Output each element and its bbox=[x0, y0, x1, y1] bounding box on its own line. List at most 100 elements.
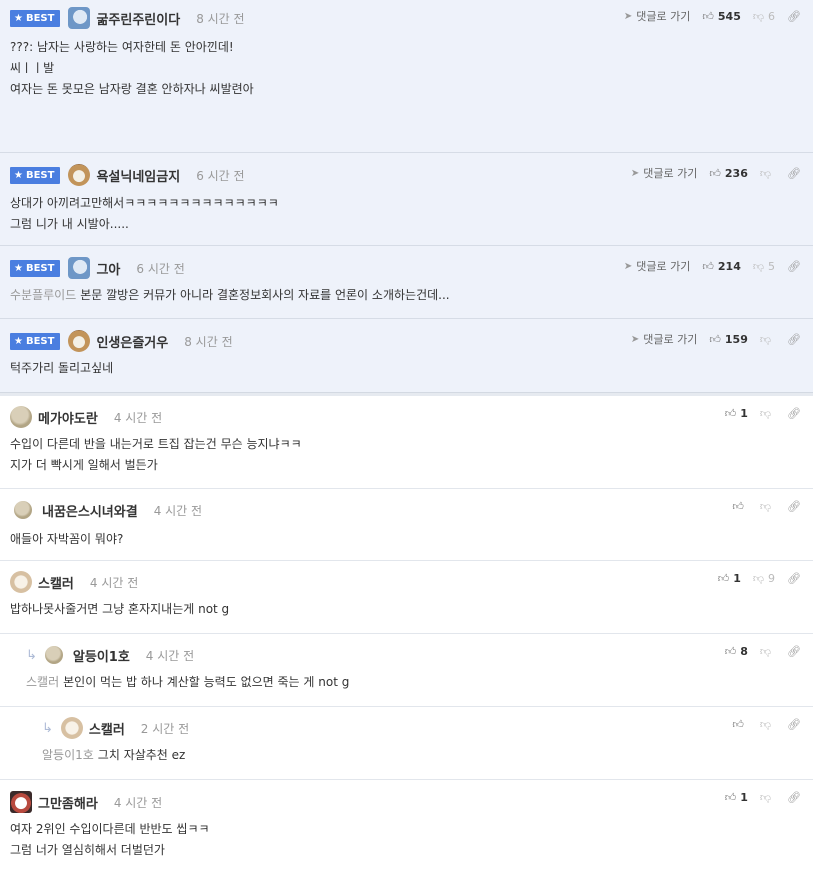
best-label: BEST bbox=[25, 169, 55, 181]
goto-reply-link[interactable]: ➤ 댓글로 가기 bbox=[624, 258, 691, 274]
thumbs-up-icon: 👍︎ bbox=[717, 572, 730, 585]
link-icon: 🔗︎ bbox=[787, 500, 801, 513]
goto-reply-link[interactable]: ➤ 댓글로 가기 bbox=[624, 8, 691, 24]
permalink-button[interactable]: 🔗︎ bbox=[787, 10, 801, 23]
thumbs-up-icon: 👍︎ bbox=[709, 332, 721, 346]
comment-actions: 👍︎ 1 👎︎ 🔗︎ bbox=[713, 407, 801, 420]
timestamp: 4 시간 전 bbox=[153, 503, 203, 518]
avatar[interactable] bbox=[60, 717, 83, 739]
goto-reply-label: 댓글로 가기 bbox=[636, 10, 691, 23]
goto-reply-label: 댓글로 가기 bbox=[643, 333, 698, 346]
permalink-button[interactable]: 🔗︎ bbox=[787, 500, 801, 513]
comment-text: 본인이 먹는 밥 하나 계산할 능력도 없으면 죽는 게 not g bbox=[63, 675, 350, 689]
thumbs-up-icon: 👍︎ bbox=[724, 791, 737, 804]
comment-line: 여자는 돈 못모은 남자랑 결혼 안하자나 씨발련아 bbox=[10, 82, 254, 96]
permalink-button[interactable]: 🔗︎ bbox=[787, 167, 801, 180]
nickname[interactable]: 욕설닉네임금지 bbox=[96, 166, 180, 185]
best-comment: ★ BEST 욕설닉네임금지 6 시간 전 ➤ 댓글로 가기 👍︎ 236 👎︎ 🔗︎… bbox=[0, 153, 813, 246]
avatar[interactable] bbox=[10, 791, 32, 813]
mention-tag[interactable]: 스캘러 bbox=[26, 675, 59, 689]
nickname[interactable]: 내꿈은스시녀와결 bbox=[42, 501, 138, 520]
comment-header: 메가야도란 4 시간 전 bbox=[10, 406, 801, 428]
comment-line: 여자 2위인 수입이다른데 반반도 씹ㅋㅋ bbox=[10, 822, 210, 836]
downvote-button[interactable]: 👎︎ bbox=[760, 407, 775, 420]
upvote-button[interactable]: 👍︎ 1 bbox=[725, 791, 748, 804]
upvote-count: 1 bbox=[733, 572, 741, 585]
downvote-button[interactable]: 👎︎ 6 bbox=[753, 10, 775, 23]
avatar[interactable] bbox=[44, 646, 63, 664]
upvote-button[interactable]: 👍︎ 214 bbox=[702, 260, 740, 273]
best-badge: ★ BEST bbox=[10, 259, 61, 277]
upvote-count: 1 bbox=[740, 791, 748, 804]
link-icon: 🔗︎ bbox=[787, 332, 801, 346]
mention-tag[interactable]: 수분플루이드 bbox=[10, 288, 76, 302]
downvote-button[interactable]: 👎︎ bbox=[760, 718, 775, 731]
permalink-button[interactable]: 🔗︎ bbox=[787, 260, 801, 273]
nickname[interactable]: 그만좀해라 bbox=[38, 793, 98, 812]
nickname[interactable]: 인생은즐거우 bbox=[96, 332, 168, 351]
downvote-button[interactable]: 👎︎ bbox=[760, 500, 775, 513]
avatar[interactable] bbox=[68, 257, 91, 279]
comment-actions: ➤ 댓글로 가기 👍︎ 214 👎︎ 5 🔗︎ bbox=[612, 258, 801, 274]
permalink-button[interactable]: 🔗︎ bbox=[787, 407, 801, 420]
permalink-button[interactable]: 🔗︎ bbox=[787, 572, 801, 585]
downvote-button[interactable]: 👎︎ bbox=[760, 791, 775, 804]
link-icon: 🔗︎ bbox=[787, 166, 801, 180]
thumbs-up-icon: 👍︎ bbox=[724, 407, 737, 420]
comment-line: 밥하나못사줄거면 그냥 혼자지내는게 not g bbox=[10, 602, 230, 616]
permalink-button[interactable]: 🔗︎ bbox=[787, 791, 801, 804]
avatar[interactable] bbox=[10, 406, 32, 428]
upvote-button[interactable]: 👍︎ 236 bbox=[709, 167, 747, 180]
upvote-button[interactable]: 👍︎ bbox=[732, 500, 748, 513]
thumbs-up-icon: 👍︎ bbox=[702, 9, 714, 23]
upvote-button[interactable]: 👍︎ 8 bbox=[725, 645, 748, 658]
upvote-button[interactable]: 👍︎ 1 bbox=[725, 407, 748, 420]
nickname[interactable]: 메가야도란 bbox=[38, 408, 98, 427]
comment-actions: 👍︎ 👎︎ 🔗︎ bbox=[720, 718, 801, 731]
upvote-button[interactable]: 👍︎ 545 bbox=[702, 10, 740, 23]
upvote-button[interactable]: 👍︎ 1 bbox=[718, 572, 741, 585]
comment-actions: 👍︎ 👎︎ 🔗︎ bbox=[720, 500, 801, 513]
comment-body: 애들아 자박꼼이 뭐야? bbox=[10, 529, 801, 550]
mention-tag[interactable]: 알등이1호 bbox=[42, 748, 94, 762]
link-icon: 🔗︎ bbox=[787, 791, 801, 804]
permalink-button[interactable]: 🔗︎ bbox=[787, 333, 801, 346]
timestamp: 8 시간 전 bbox=[196, 11, 245, 26]
comment-header: ↳ 알등이1호 4 시간 전 bbox=[26, 644, 801, 666]
avatar[interactable] bbox=[10, 571, 32, 593]
nickname[interactable]: 그아 bbox=[96, 259, 120, 278]
comment-actions: ➤ 댓글로 가기 👍︎ 545 👎︎ 6 🔗︎ bbox=[612, 8, 801, 24]
downvote-button[interactable]: 👎︎ 5 bbox=[753, 260, 775, 273]
comment-line: 상대가 아끼려고만해서ㅋㅋㅋㅋㅋㅋㅋㅋㅋㅋㅋㅋㅋㅋ bbox=[10, 196, 279, 210]
avatar[interactable] bbox=[14, 501, 32, 519]
permalink-button[interactable]: 🔗︎ bbox=[787, 645, 801, 658]
downvote-button[interactable]: 👎︎ bbox=[760, 167, 775, 180]
avatar[interactable] bbox=[68, 330, 91, 352]
downvote-count: 5 bbox=[768, 259, 776, 273]
link-icon: 🔗︎ bbox=[787, 407, 801, 420]
upvote-button[interactable]: 👍︎ bbox=[732, 718, 748, 731]
comment: 내꿈은스시녀와결 4 시간 전 👍︎ 👎︎ 🔗︎ 애들아 자박꼼이 뭐야? bbox=[0, 489, 813, 561]
thumbs-down-icon: 👎︎ bbox=[759, 407, 772, 420]
nickname[interactable]: 스캘러 bbox=[89, 719, 125, 738]
comment: 그만좀해라 4 시간 전 👍︎ 1 👎︎ 🔗︎ 여자 2위인 수입이다른데 반반도… bbox=[0, 780, 813, 872]
best-label: BEST bbox=[25, 335, 55, 347]
nickname[interactable]: 알등이1호 bbox=[73, 646, 130, 665]
downvote-button[interactable]: 👎︎ bbox=[760, 645, 775, 658]
timestamp: 2 시간 전 bbox=[140, 721, 190, 736]
link-icon: 🔗︎ bbox=[787, 9, 801, 23]
link-icon: 🔗︎ bbox=[787, 572, 801, 585]
star-icon: ★ bbox=[14, 262, 23, 274]
goto-reply-link[interactable]: ➤ 댓글로 가기 bbox=[631, 331, 698, 347]
upvote-button[interactable]: 👍︎ 159 bbox=[709, 333, 747, 346]
link-icon: 🔗︎ bbox=[787, 259, 801, 273]
downvote-button[interactable]: 👎︎ bbox=[760, 333, 775, 346]
arrow-icon: ➤ bbox=[623, 10, 633, 22]
nickname[interactable]: 굶주린주린이다 bbox=[96, 9, 180, 28]
permalink-button[interactable]: 🔗︎ bbox=[787, 718, 801, 731]
goto-reply-link[interactable]: ➤ 댓글로 가기 bbox=[631, 165, 698, 181]
avatar[interactable] bbox=[68, 7, 91, 29]
downvote-button[interactable]: 👎︎ 9 bbox=[753, 572, 775, 585]
nickname[interactable]: 스캘러 bbox=[38, 573, 74, 592]
avatar[interactable] bbox=[68, 164, 91, 186]
